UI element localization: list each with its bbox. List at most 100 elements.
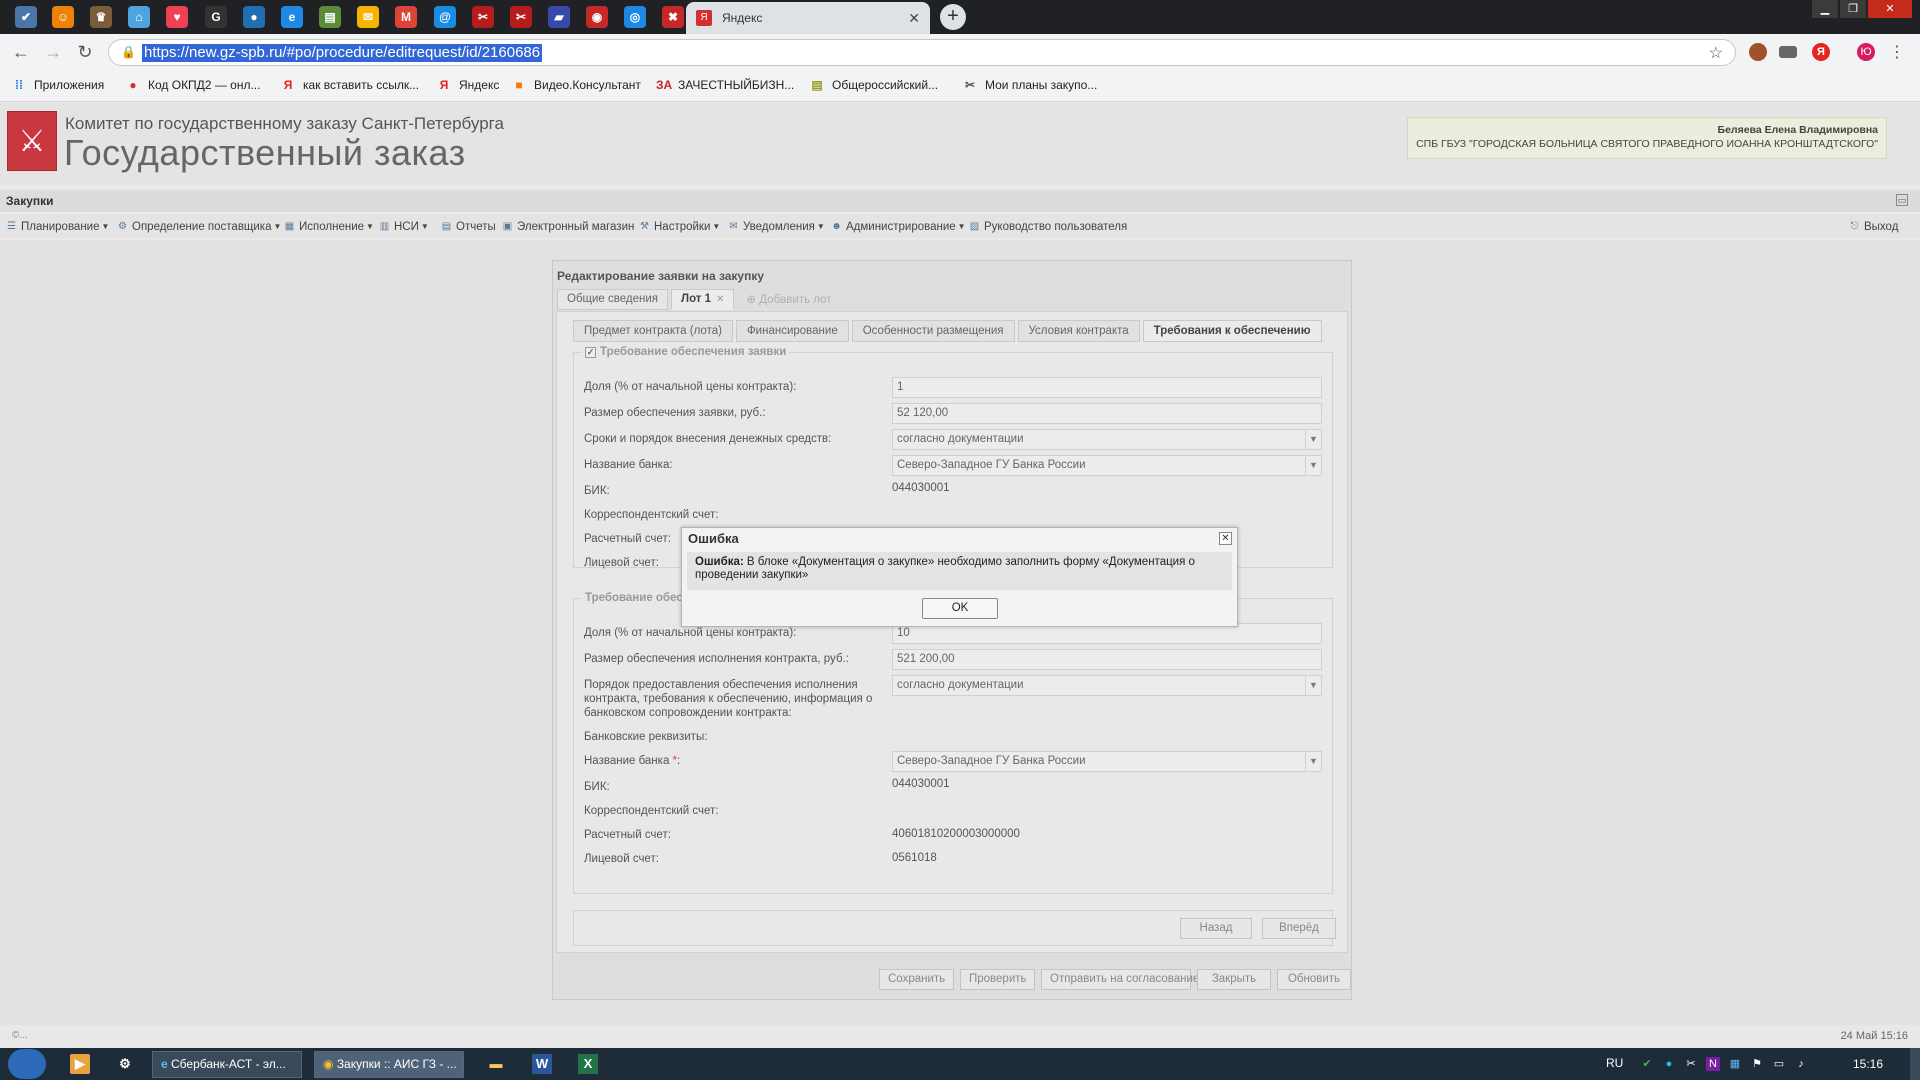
emblem-icon[interactable]: ♛ xyxy=(90,6,112,28)
menu-item[interactable]: ⚒ Настройки ▼ xyxy=(638,220,720,233)
g-icon[interactable]: G xyxy=(205,6,227,28)
order-select[interactable]: согласно документации ▼ xyxy=(892,675,1322,696)
menu-item[interactable]: ▦ Исполнение ▼ xyxy=(283,220,374,233)
edge-icon[interactable]: e xyxy=(281,6,303,28)
tray-icon[interactable]: ✂ xyxy=(1684,1057,1698,1071)
onenote-icon[interactable]: N xyxy=(1706,1057,1720,1071)
close-tab-icon[interactable]: ✕ xyxy=(908,10,920,27)
tray-icon[interactable]: ▦ xyxy=(1728,1057,1742,1071)
odnoklassniki-icon[interactable]: ☺ xyxy=(52,6,74,28)
exit-button[interactable]: ⎋ Выход xyxy=(1848,220,1899,233)
flag-icon[interactable]: ▰ xyxy=(548,6,570,28)
bookmark-item[interactable]: ● Код ОКПД2 — онл... xyxy=(126,78,260,92)
extension-icon[interactable] xyxy=(1749,43,1767,61)
vk-icon[interactable]: ✔ xyxy=(15,6,37,28)
tab-contract-subject[interactable]: Предмет контракта (лота) xyxy=(573,320,733,342)
ok-button[interactable]: OK xyxy=(922,598,998,619)
stamp-icon[interactable]: ◉ xyxy=(586,6,608,28)
tray-icon[interactable]: ● xyxy=(1662,1057,1676,1071)
menu-item[interactable]: ▤ Отчеты xyxy=(440,220,496,233)
window-close-icon[interactable]: ✕ xyxy=(1868,0,1912,18)
amount-input[interactable]: 521 200,00 xyxy=(892,649,1322,670)
tab-placement-features[interactable]: Особенности размещения xyxy=(851,320,1015,342)
bookmark-item[interactable]: Я Яндекс xyxy=(437,78,500,92)
gmail-icon[interactable]: M xyxy=(395,6,417,28)
show-desktop-button[interactable] xyxy=(1910,1048,1920,1080)
tab-general-info[interactable]: Общие сведения xyxy=(557,289,668,310)
extension-icon[interactable] xyxy=(1779,46,1797,58)
tab-contract-terms[interactable]: Условия контракта xyxy=(1017,320,1140,342)
folder-icon[interactable]: ▬ xyxy=(486,1054,506,1074)
bank-select[interactable]: Северо-Западное ГУ Банка России ▼ xyxy=(892,455,1322,476)
new-tab-button[interactable]: + xyxy=(940,4,966,30)
media-player-icon[interactable]: ▶ xyxy=(70,1054,90,1074)
add-lot-button[interactable]: ⊕ Добавить лот xyxy=(737,289,840,310)
bookmark-item[interactable]: ✂ Мои планы закупо... xyxy=(963,78,1097,92)
menu-item[interactable]: ▥ НСИ ▼ xyxy=(378,220,429,233)
menu-item[interactable]: ☻ Администрирование ▼ xyxy=(830,220,965,233)
menu-item[interactable]: ☰ Планирование ▼ xyxy=(5,220,109,233)
word-icon[interactable]: W xyxy=(532,1054,552,1074)
close-button[interactable]: Закрыть xyxy=(1197,969,1271,990)
share-input[interactable]: 1 xyxy=(892,377,1322,398)
bank-select[interactable]: Северо-Западное ГУ Банка России ▼ xyxy=(892,751,1322,772)
send-for-approval-button[interactable]: Отправить на согласование xyxy=(1041,969,1199,990)
reload-icon[interactable]: ↻ xyxy=(74,42,96,63)
tab-financing[interactable]: Финансирование xyxy=(735,320,849,342)
amount-input[interactable]: 52 120,00 xyxy=(892,403,1322,424)
chat-icon[interactable]: ● xyxy=(243,6,265,28)
application-security-checkbox[interactable]: ✓ xyxy=(585,346,596,358)
volume-icon[interactable]: ♪ xyxy=(1794,1057,1808,1071)
check-button[interactable]: Проверить xyxy=(960,969,1035,990)
keyboard-language[interactable]: RU xyxy=(1606,1056,1623,1070)
bookmark-item[interactable]: ▤ Общероссийский... xyxy=(810,78,938,92)
home-icon[interactable]: ⌂ xyxy=(128,6,150,28)
menu-item[interactable]: ▣ Электронный магазин xyxy=(501,220,635,233)
yandex-extension-icon[interactable]: Я xyxy=(1812,43,1830,61)
restore-icon[interactable]: ❐ xyxy=(1840,0,1866,18)
bookmark-item[interactable]: ■ Видео.Консультант xyxy=(512,78,641,92)
star-icon[interactable]: ☆ xyxy=(1709,43,1723,63)
app-icon[interactable]: ⚙ xyxy=(115,1054,135,1074)
mail-icon[interactable]: ✉ xyxy=(357,6,379,28)
tools-icon[interactable]: ✂ xyxy=(510,6,532,28)
forward-icon[interactable]: → xyxy=(42,42,64,63)
close-icon[interactable]: ✕ xyxy=(1219,532,1232,545)
save-button[interactable]: Сохранить xyxy=(879,969,954,990)
back-icon[interactable]: ← xyxy=(10,42,32,63)
eye-icon[interactable]: ◎ xyxy=(624,6,646,28)
bookmark-item[interactable]: ЗА ЗАЧЕСТНЫЙБИЗН... xyxy=(656,78,794,92)
tab-security-requirements[interactable]: Требования к обеспечению xyxy=(1142,320,1322,342)
bookmark-item[interactable]: ⁞⁞ Приложения xyxy=(12,78,104,92)
bookmark-item[interactable]: Якак вставить ссылк... xyxy=(281,78,419,92)
chevron-down-icon[interactable]: ▼ xyxy=(1305,456,1321,475)
start-button[interactable] xyxy=(8,1049,46,1079)
collapse-icon[interactable]: ▭ xyxy=(1896,194,1908,206)
tools-icon[interactable]: ✂ xyxy=(472,6,494,28)
doc-icon[interactable]: ▤ xyxy=(319,6,341,28)
chevron-down-icon[interactable]: ▼ xyxy=(1305,676,1321,695)
tray-icon[interactable]: ⚑ xyxy=(1750,1057,1764,1071)
minimize-icon[interactable]: ▁ xyxy=(1812,0,1838,18)
chevron-down-icon[interactable]: ▼ xyxy=(1305,752,1321,771)
close-lot-icon[interactable]: ✕ xyxy=(716,294,724,305)
taskbar-task-sberbank[interactable]: e Сбербанк-АСТ - эл... xyxy=(152,1051,302,1078)
chevron-down-icon[interactable]: ▼ xyxy=(1305,430,1321,449)
tray-icon[interactable]: ✔ xyxy=(1640,1057,1654,1071)
pocket-icon[interactable]: ♥ xyxy=(166,6,188,28)
back-button[interactable]: Назад xyxy=(1180,918,1252,939)
taskbar-task-zakupki[interactable]: ◉ Закупки :: АИС ГЗ - ... xyxy=(314,1051,464,1078)
network-icon[interactable]: ▭ xyxy=(1772,1057,1786,1071)
menu-icon[interactable]: ⋮ xyxy=(1886,42,1908,62)
tab-lot-1[interactable]: Лот 1 ✕ xyxy=(671,289,735,310)
profile-avatar[interactable]: Ю xyxy=(1857,43,1875,61)
menu-item[interactable]: ✉ Уведомления ▼ xyxy=(727,220,825,233)
excel-icon[interactable]: X xyxy=(578,1054,598,1074)
url-text[interactable]: https://new.gz-spb.ru/#po/procedure/edit… xyxy=(142,44,543,62)
address-bar[interactable]: 🔒 https://new.gz-spb.ru/#po/procedure/ed… xyxy=(108,39,1736,66)
gz-icon[interactable]: ✖ xyxy=(662,6,684,28)
browser-tab-active[interactable]: Я Яндекс ✕ xyxy=(686,2,930,34)
at-icon[interactable]: @ xyxy=(434,6,456,28)
forward-button[interactable]: Вперёд xyxy=(1262,918,1336,939)
menu-item[interactable]: ▧ Руководство пользователя xyxy=(968,220,1127,233)
